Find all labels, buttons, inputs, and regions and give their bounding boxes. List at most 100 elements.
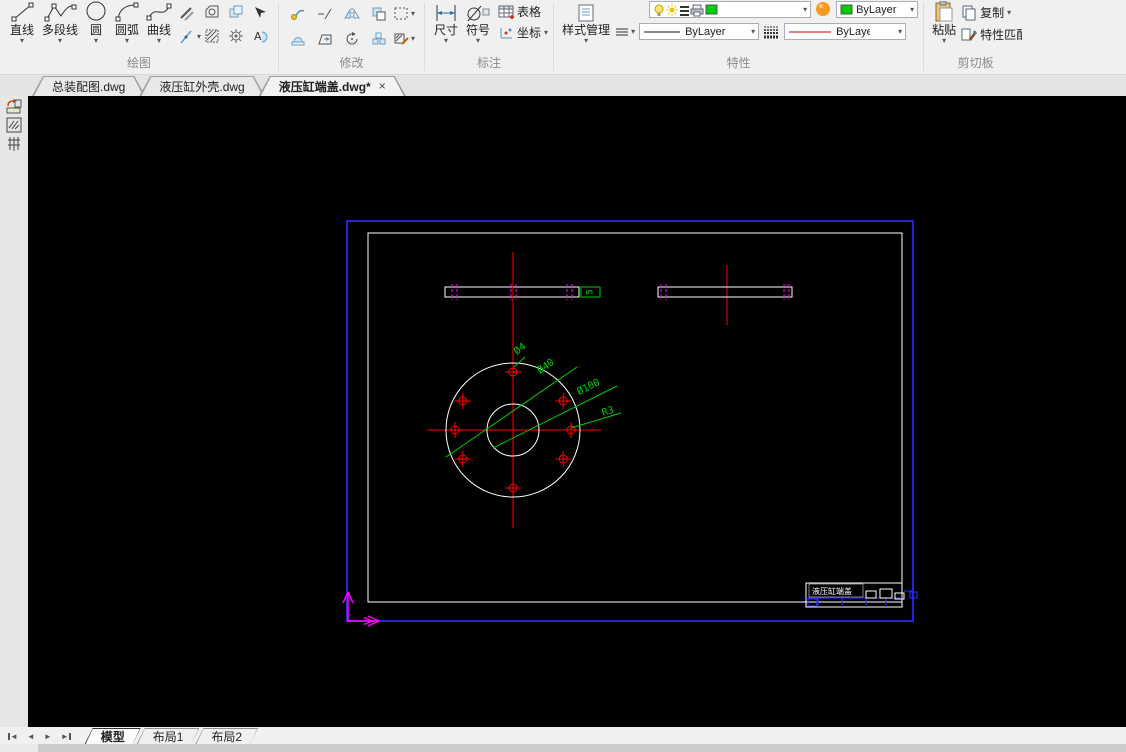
divide-button[interactable] (311, 1, 338, 26)
modify-group-label: 修改 (339, 56, 364, 70)
chevron-down-icon[interactable]: ▾ (748, 27, 755, 36)
chevron-down-icon[interactable]: ▾ (20, 37, 24, 45)
lock-icon[interactable] (679, 3, 690, 17)
text-style-button[interactable]: A (249, 25, 271, 46)
tab-layout2[interactable]: 布局2 (195, 728, 258, 744)
tab-model[interactable]: 模型 (85, 728, 141, 744)
frame-settings-button[interactable] (3, 97, 25, 115)
chevron-down-icon[interactable]: ▾ (544, 28, 548, 37)
chevron-down-icon[interactable]: ▾ (157, 37, 161, 45)
chevron-down-icon[interactable]: ▾ (1007, 8, 1011, 17)
construction-line-button[interactable] (175, 26, 197, 47)
circle-button[interactable]: 圆 ▾ (81, 0, 111, 45)
chevron-down-icon[interactable]: ▾ (631, 27, 635, 36)
doc-tab-label: 液压缸外壳.dwg (159, 79, 245, 94)
gear-button[interactable] (225, 25, 247, 46)
side-view-right[interactable] (657, 265, 793, 325)
line-label: 直线 (9, 23, 34, 37)
chevron-down-icon[interactable]: ▾ (584, 37, 588, 45)
match-properties-button[interactable]: 特性匹配 (961, 26, 1022, 43)
side-view-left[interactable]: 5 (444, 267, 601, 323)
curve-icon (146, 0, 172, 23)
first-tab-button[interactable]: ◄ (8, 732, 18, 741)
selection-rect-button[interactable] (392, 1, 411, 26)
stretch-button[interactable] (311, 26, 338, 51)
construction-line-icon (178, 29, 194, 45)
color-combo[interactable]: ByLayer ▾ (836, 1, 919, 18)
sun-icon[interactable] (666, 3, 679, 17)
table-button[interactable]: 表格 (498, 3, 548, 20)
next-tab-button[interactable]: ► (44, 732, 52, 741)
chevron-down-icon[interactable]: ▾ (94, 37, 98, 45)
circle-icon (84, 0, 108, 23)
last-tab-button[interactable]: ► (61, 732, 71, 741)
chevron-down-icon[interactable]: ▾ (411, 34, 415, 43)
coordinate-icon (498, 26, 514, 40)
printer-icon[interactable] (690, 3, 705, 17)
chevron-down-icon[interactable]: ▾ (800, 5, 807, 14)
chevron-down-icon[interactable]: ▾ (58, 37, 62, 45)
rotate-button[interactable] (338, 26, 365, 51)
line-icon (8, 0, 36, 23)
curve-button[interactable]: 曲线 ▾ (143, 0, 175, 45)
symbol-button[interactable]: 符号 ▾ (462, 0, 494, 45)
linetype2-sample (788, 28, 832, 36)
hatch-edit-button[interactable] (392, 26, 411, 51)
chevron-down-icon[interactable]: ▾ (942, 37, 946, 45)
hatch-edit-icon (394, 31, 409, 46)
parallel-lines-button[interactable] (175, 2, 197, 23)
previous-tab-button[interactable]: ◄ (27, 732, 35, 741)
model-space-canvas[interactable]: 5 Ø4 Ø40 Ø100 R3 液压缸端盖 (28, 96, 1126, 727)
chevron-down-icon[interactable]: ▾ (895, 27, 902, 36)
line-style-icon (615, 26, 629, 38)
bulb-icon[interactable] (653, 3, 666, 17)
doc-tab-assembly[interactable]: 总装配图.dwg (32, 76, 145, 96)
linetype-combo[interactable]: ByLayer ▾ (639, 23, 760, 40)
doc-tab-end-cap[interactable]: 液压缸端盖.dwg* × (259, 76, 406, 96)
close-icon[interactable]: × (379, 79, 386, 93)
polyline-label: 多段线 (42, 23, 79, 37)
tab-layout1[interactable]: 布局1 (137, 728, 200, 744)
color-ball-icon[interactable] (815, 1, 832, 18)
drawing-frame[interactable] (346, 220, 914, 622)
copy-entity-button[interactable] (284, 1, 311, 26)
layer-color-swatch[interactable] (705, 4, 718, 15)
region-button[interactable] (201, 1, 223, 22)
color-swatch (840, 4, 853, 15)
hatch-button[interactable] (201, 25, 223, 46)
dimensions[interactable]: Ø4 Ø40 Ø100 R3 (445, 340, 622, 458)
sheet-manager-button[interactable] (3, 135, 25, 153)
array-button[interactable] (365, 26, 392, 51)
paste-button[interactable]: 粘贴 ▾ (929, 0, 959, 45)
dimension-icon (433, 0, 459, 23)
chevron-down-icon[interactable]: ▾ (444, 37, 448, 45)
chevron-down-icon[interactable]: ▾ (411, 9, 415, 18)
block-manager-button[interactable] (3, 116, 25, 134)
mirror-button[interactable] (338, 1, 365, 26)
linetype2-combo[interactable]: ByLayer ▾ (784, 23, 907, 40)
line-button[interactable]: 直线 ▾ (5, 0, 39, 45)
chevron-down-icon[interactable]: ▾ (907, 5, 914, 14)
stamp-button[interactable] (284, 26, 311, 51)
line-style-button[interactable] (613, 21, 631, 42)
stretch-icon (317, 31, 333, 47)
block-button[interactable] (225, 1, 247, 22)
chevron-down-icon[interactable]: ▾ (476, 37, 480, 45)
title-block[interactable]: 液压缸端盖 (805, 582, 918, 608)
lineweight-icon[interactable] (763, 25, 780, 39)
coordinate-button[interactable]: 坐标 ▾ (498, 24, 548, 41)
copy-icon (961, 5, 977, 21)
pointer-button[interactable] (249, 1, 271, 22)
doc-tab-cylinder-shell[interactable]: 液压缸外壳.dwg (139, 76, 264, 96)
bolt-hole (447, 422, 463, 438)
thickness-dimension[interactable]: 5 (580, 286, 601, 298)
polyline-button[interactable]: 多段线 ▾ (39, 0, 81, 45)
style-manager-button[interactable]: 样式管理 ▾ (559, 0, 613, 45)
window-select-button[interactable] (365, 1, 392, 26)
copy-button[interactable]: 复制 ▾ (961, 4, 1022, 21)
layer-combo[interactable]: ▾ (649, 1, 812, 18)
copy-entity-icon (290, 6, 306, 22)
dimension-button[interactable]: 尺寸 ▾ (430, 0, 462, 45)
arc-button[interactable]: 圆弧 ▾ (111, 0, 143, 45)
chevron-down-icon[interactable]: ▾ (125, 37, 129, 45)
